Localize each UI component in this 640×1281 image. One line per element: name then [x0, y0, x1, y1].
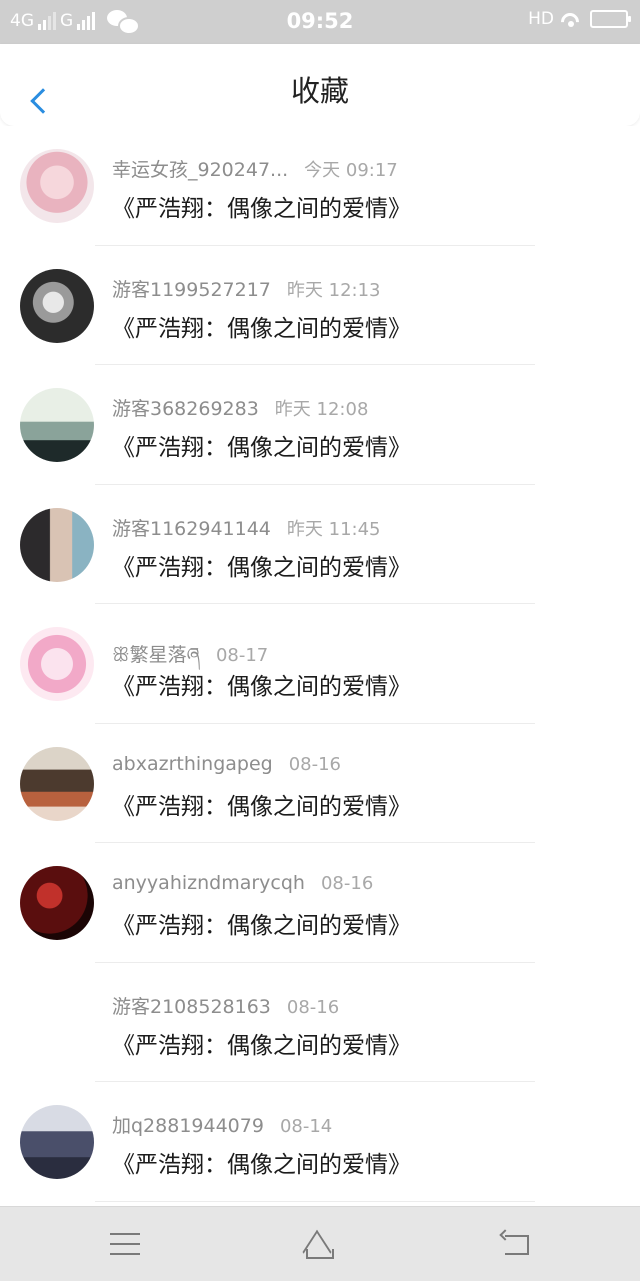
user-name[interactable]: 游客1162941144: [112, 518, 271, 540]
item-title[interactable]: 《严浩翔：偶像之间的爱情》: [112, 428, 411, 462]
status-right: HD: [528, 9, 631, 29]
list-item[interactable]: anyyahizndmarycqh 08-16 《严浩翔：偶像之间的爱情》: [0, 843, 640, 963]
timestamp: 08-14: [279, 1116, 333, 1137]
item-meta: 幸运女孩_920247... 今天 09:17: [112, 155, 398, 182]
timestamp: 昨天 12:08: [274, 399, 369, 420]
item-meta: 游客1162941144 昨天 11:45: [112, 514, 381, 541]
list-item[interactable]: 游客2108528163 08-16 《严浩翔：偶像之间的爱情》: [0, 963, 640, 1082]
avatar[interactable]: [20, 1105, 94, 1179]
item-title[interactable]: 《严浩翔：偶像之间的爱情》: [112, 906, 411, 940]
timestamp: 08-16: [288, 753, 342, 775]
item-meta: 加q2881944079 08-14: [112, 1111, 332, 1138]
list-item[interactable]: 游客1162941144 昨天 11:45 《严浩翔：偶像之间的爱情》: [0, 485, 640, 604]
user-name[interactable]: 游客368269283: [112, 398, 259, 420]
list-item[interactable]: ꕥ繁星落ཞ 08-17 《严浩翔：偶像之间的爱情》: [0, 604, 640, 724]
item-meta: anyyahizndmarycqh 08-16: [112, 872, 373, 894]
item-title[interactable]: 《严浩翔：偶像之间的爱情》: [112, 1026, 411, 1060]
avatar[interactable]: [20, 746, 94, 821]
item-title[interactable]: 《严浩翔：偶像之间的爱情》: [112, 787, 411, 821]
avatar[interactable]: [20, 388, 94, 462]
user-name[interactable]: 游客1199527217: [112, 279, 271, 301]
item-title[interactable]: 《严浩翔：偶像之间的爱情》: [112, 189, 411, 223]
hd-label: HD: [528, 9, 554, 29]
divider: [95, 1200, 535, 1202]
avatar[interactable]: [20, 866, 94, 940]
list-item[interactable]: 加q2881944079 08-14 《严浩翔：偶像之间的爱情》: [0, 1082, 640, 1202]
list-item[interactable]: 游客368269283 昨天 12:08 《严浩翔：偶像之间的爱情》: [0, 365, 640, 485]
status-bar: 4G G 09:52 HD: [0, 0, 640, 44]
item-title[interactable]: 《严浩翔：偶像之间的爱情》: [112, 309, 411, 343]
item-title[interactable]: 《严浩翔：偶像之间的爱情》: [112, 1145, 411, 1179]
avatar[interactable]: [20, 507, 94, 582]
item-title[interactable]: 《严浩翔：偶像之间的爱情》: [112, 667, 411, 701]
item-title[interactable]: 《严浩翔：偶像之间的爱情》: [112, 548, 411, 582]
item-meta: 游客1199527217 昨天 12:13: [112, 275, 381, 302]
timestamp: 08-16: [320, 873, 374, 894]
list-item[interactable]: abxazrthingapeg 08-16 《严浩翔：偶像之间的爱情》: [0, 724, 640, 843]
user-name[interactable]: 幸运女孩_920247...: [112, 159, 288, 181]
avatar[interactable]: [20, 149, 94, 223]
battery-icon: [590, 10, 631, 28]
page-header: 收藏: [0, 44, 640, 126]
system-nav-bar: [0, 1206, 640, 1281]
user-name[interactable]: anyyahizndmarycqh: [112, 872, 305, 894]
back-icon: [499, 1233, 529, 1255]
user-name[interactable]: abxazrthingapeg: [112, 753, 273, 775]
timestamp: 今天 09:17: [304, 160, 398, 181]
timestamp: 昨天 11:45: [286, 518, 381, 540]
avatar[interactable]: [20, 627, 94, 701]
menu-button[interactable]: [75, 1207, 175, 1281]
home-icon: [298, 1233, 342, 1259]
user-name[interactable]: 游客2108528163: [112, 996, 271, 1018]
user-name[interactable]: ꕥ繁星落ཞ: [112, 644, 200, 666]
avatar[interactable]: [20, 268, 94, 343]
home-button[interactable]: [270, 1207, 370, 1281]
item-meta: 游客368269283 昨天 12:08: [112, 394, 368, 421]
favorites-list: 幸运女孩_920247... 今天 09:17 《严浩翔：偶像之间的爱情》 游客1…: [0, 126, 640, 1206]
page-title: 收藏: [290, 74, 349, 108]
timestamp: 昨天 12:13: [286, 279, 381, 301]
list-item[interactable]: 游客1199527217 昨天 12:13 《严浩翔：偶像之间的爱情》: [0, 246, 640, 365]
item-meta: 游客2108528163 08-16: [112, 992, 339, 1019]
timestamp: 08-16: [286, 996, 340, 1018]
avatar[interactable]: [20, 986, 94, 1060]
menu-icon: [110, 1233, 140, 1255]
user-name[interactable]: 加q2881944079: [112, 1115, 264, 1137]
item-meta: abxazrthingapeg 08-16: [112, 753, 341, 775]
list-item[interactable]: 幸运女孩_920247... 今天 09:17 《严浩翔：偶像之间的爱情》: [0, 126, 640, 246]
back-nav-button[interactable]: [465, 1207, 565, 1281]
wifi-icon: [560, 10, 582, 28]
timestamp: 08-17: [215, 645, 269, 666]
